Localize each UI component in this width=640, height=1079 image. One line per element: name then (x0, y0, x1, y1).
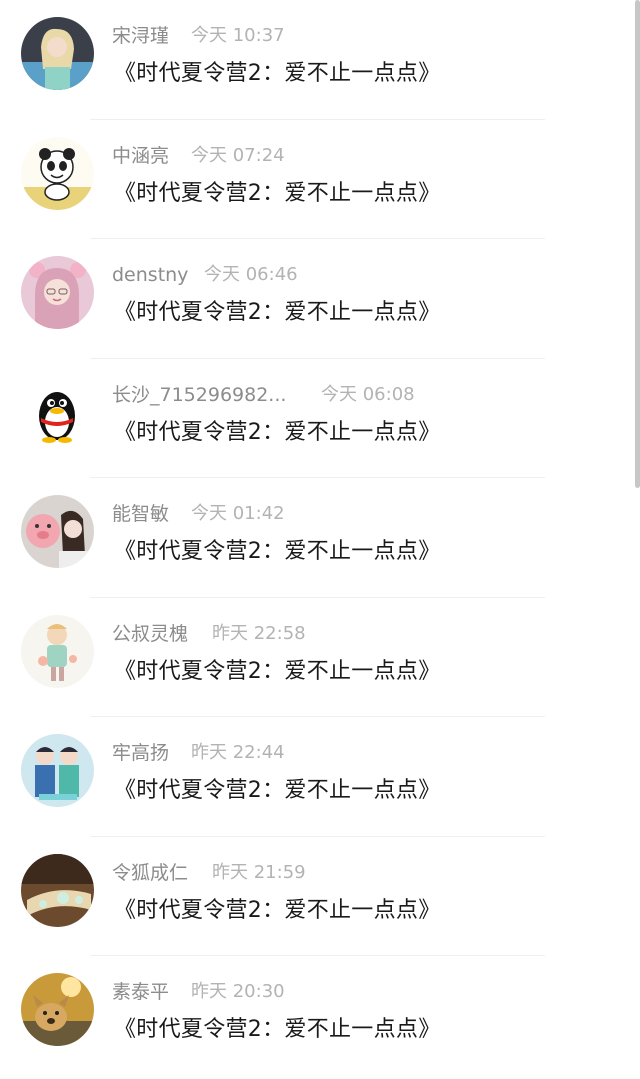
comment-item[interactable]: 令狐成仁 昨天 21:59 《时代夏令营2：爱不止一点点》 (0, 837, 640, 956)
commenter-name[interactable]: 牢高扬 (112, 739, 169, 767)
comment-text: 《时代夏令营2：爱不止一点点》 (114, 778, 441, 803)
comment-text: 《时代夏令营2：爱不止一点点》 (114, 897, 441, 923)
comment-time: 今天 06:46 (204, 264, 298, 285)
scrollbar[interactable] (635, 0, 640, 488)
comment-time: 今天 10:37 (191, 25, 285, 46)
comment-text: 《时代夏令营2：爱不止一点点》 (114, 300, 441, 325)
commenter-name[interactable]: 中涵亮 (112, 142, 169, 170)
comment-time: 昨天 22:44 (191, 742, 285, 763)
comment-text: 《时代夏令营2：爱不止一点点》 (114, 61, 441, 86)
comment-time: 今天 06:08 (321, 383, 415, 405)
comment-item[interactable]: 公叔灵槐 昨天 22:58 《时代夏令营2：爱不止一点点》 (0, 598, 640, 717)
comment-time: 昨天 20:30 (191, 981, 285, 1002)
comment-item[interactable]: 中涵亮 今天 07:24 《时代夏令营2：爱不止一点点》 (0, 120, 640, 239)
comment-text: 《时代夏令营2：爱不止一点点》 (114, 658, 441, 684)
comment-text: 《时代夏令营2：爱不止一点点》 (114, 180, 441, 206)
comment-item[interactable]: 宋浔瑾 今天 10:37 《时代夏令营2：爱不止一点点》 (0, 0, 640, 120)
girl-photo-avatar[interactable] (21, 17, 94, 90)
comment-time: 今天 07:24 (191, 144, 285, 166)
comment-text: 《时代夏令营2：爱不止一点点》 (114, 1017, 441, 1042)
comment-item[interactable]: denstny 今天 06:46 《时代夏令营2：爱不止一点点》 (0, 239, 640, 359)
comment-time: 昨天 21:59 (212, 861, 306, 883)
bracelet-photo-avatar[interactable] (21, 853, 94, 927)
comment-text: 《时代夏令营2：爱不止一点点》 (114, 419, 441, 445)
commenter-name[interactable]: 令狐成仁 (112, 859, 188, 887)
comment-time: 今天 01:42 (191, 503, 285, 524)
commenter-name[interactable]: 宋浔瑾 (112, 22, 169, 50)
comment-time: 昨天 22:58 (212, 622, 306, 644)
girl-pig-avatar[interactable] (21, 495, 94, 568)
illustration-avatar[interactable] (21, 614, 94, 688)
girl-pink-avatar[interactable] (21, 256, 94, 329)
commenter-name[interactable]: denstny (112, 261, 188, 289)
qq-penguin-avatar[interactable] (21, 375, 94, 449)
comment-item[interactable]: 素泰平 昨天 20:30 《时代夏令营2：爱不止一点点》 (0, 956, 640, 1076)
commenter-name[interactable]: 长沙_715296982... (112, 381, 286, 409)
couple-cartoon-avatar[interactable] (21, 734, 94, 807)
dog-sunset-avatar[interactable] (21, 973, 94, 1046)
commenter-name[interactable]: 素泰平 (112, 978, 169, 1006)
comment-item[interactable]: 能智敏 今天 01:42 《时代夏令营2：爱不止一点点》 (0, 478, 640, 598)
comment-text: 《时代夏令营2：爱不止一点点》 (114, 539, 441, 564)
commenter-name[interactable]: 能智敏 (112, 500, 169, 528)
comment-item[interactable]: 长沙_715296982... 今天 06:08 《时代夏令营2：爱不止一点点》 (0, 359, 640, 478)
commenter-name[interactable]: 公叔灵槐 (112, 620, 188, 648)
comment-item[interactable]: 牢高扬 昨天 22:44 《时代夏令营2：爱不止一点点》 (0, 717, 640, 837)
panda-cartoon-avatar[interactable] (21, 136, 94, 210)
